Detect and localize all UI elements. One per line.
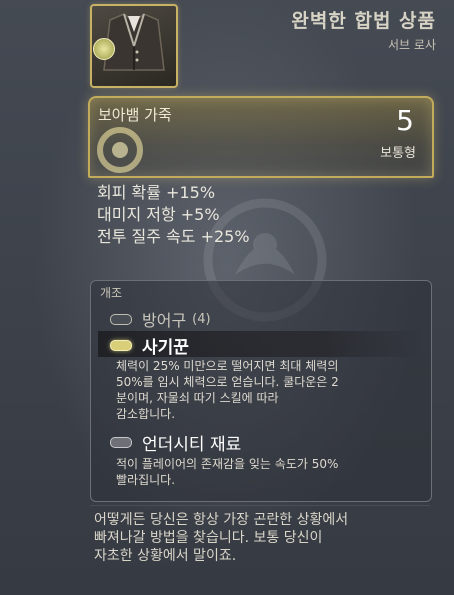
rarity-label: 보통형 <box>380 146 416 161</box>
stat-list: 회피 확률 +15% 대미지 저항 +5% 전투 질주 속도 +25% <box>97 182 250 248</box>
material-row[interactable]: 언더시티 재료 <box>110 430 241 455</box>
perk-icon <box>110 340 132 351</box>
item-brand: 서브 로사 <box>388 38 436 52</box>
item-name: 보아뱀 가죽 <box>98 106 172 124</box>
armor-mod-slot[interactable]: 방어구 (4) <box>110 307 211 331</box>
mod-indicator-icon <box>93 38 115 60</box>
flavor-line: 어떻게든 당신은 항상 가장 곤란한 상황에서 <box>94 512 349 528</box>
perk-desc-line: 체력이 25% 미만으로 떨어지면 최대 체력의 <box>116 359 339 373</box>
divider <box>90 505 430 506</box>
flavor-text: 어떻게든 당신은 항상 가장 곤란한 상황에서 빠져나갈 방법을 찾습니다. 보… <box>94 511 429 565</box>
stat-line: 회피 확률 +15% <box>97 183 216 202</box>
item-title: 완벽한 합법 상품 <box>291 10 436 32</box>
material-desc-line: 빨라집니다. <box>116 473 176 487</box>
empty-slot-icon <box>110 313 132 325</box>
perk-desc-line: 분이며, 자물쇠 따기 스킬에 따라 <box>116 391 279 405</box>
perk-row[interactable]: 사기꾼 <box>110 333 189 358</box>
flavor-line: 자초한 상황에서 말이죠. <box>94 548 237 564</box>
flavor-line: 빠져나갈 방법을 찾습니다. 보통 당신이 <box>94 530 323 546</box>
gear-score: 5 <box>396 104 414 137</box>
material-name: 언더시티 재료 <box>142 435 242 455</box>
material-desc-line: 적이 플레이어의 존재감을 잊는 속도가 50% <box>116 457 339 471</box>
perk-desc-line: 50%를 임시 체력으로 얻습니다. 쿨다운은 2 <box>116 375 339 389</box>
material-description: 적이 플레이어의 존재감을 잊는 속도가 50% 빨라집니다. <box>116 456 338 488</box>
rarity-emblem-icon <box>97 127 143 173</box>
armor-slot-count: (4) <box>192 311 211 327</box>
armor-slot-label: 방어구 <box>142 311 187 330</box>
perk-desc-line: 감소합니다. <box>116 407 176 421</box>
perk-name: 사기꾼 <box>142 338 189 358</box>
perk-description: 체력이 25% 미만으로 떨어지면 최대 체력의 50%를 임시 체력으로 얻습… <box>116 358 339 422</box>
mods-header: 개조 <box>100 286 123 300</box>
stat-line: 전투 질주 속도 +25% <box>97 227 250 246</box>
material-icon <box>110 437 132 448</box>
stat-line: 대미지 저항 +5% <box>97 205 220 224</box>
